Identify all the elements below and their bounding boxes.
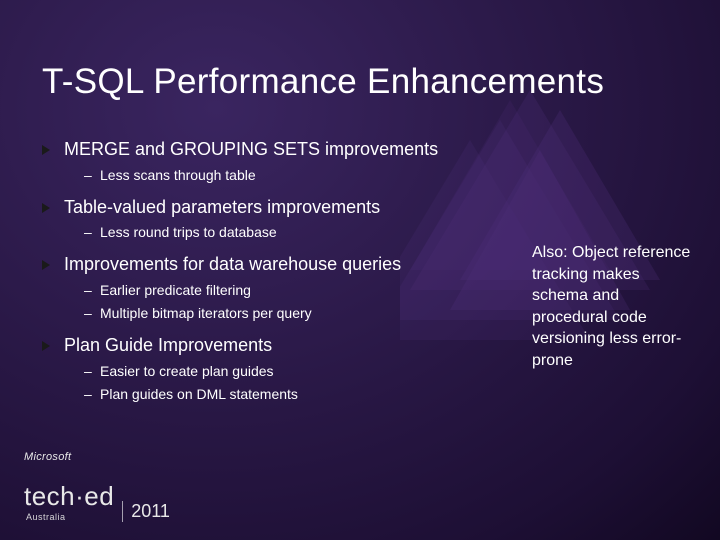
bullet-list: MERGE and GROUPING SETS improvements Les… xyxy=(42,138,472,415)
footer-left: Microsoft tech·ed Australia xyxy=(24,469,114,522)
bullet-sub: Less scans through table xyxy=(42,166,472,184)
bullet-item: Plan Guide Improvements Easier to create… xyxy=(42,334,472,403)
bullet-item: Improvements for data warehouse queries … xyxy=(42,253,472,322)
bullet-sub: Multiple bitmap iterators per query xyxy=(42,304,472,322)
bullet-headline: Improvements for data warehouse queries xyxy=(42,253,472,276)
bullet-headline: MERGE and GROUPING SETS improvements xyxy=(42,138,472,161)
sidebar-note: Also: Object reference tracking makes sc… xyxy=(532,242,692,372)
bullet-sub: Less round trips to database xyxy=(42,223,472,241)
brand-year: 2011 xyxy=(122,501,170,522)
bullet-item: MERGE and GROUPING SETS improvements Les… xyxy=(42,138,472,184)
brand-region: Australia xyxy=(26,512,114,522)
brand-small: Microsoft xyxy=(24,451,114,463)
bullet-sub: Plan guides on DML statements xyxy=(42,385,472,403)
bullet-headline: Table-valued parameters improvements xyxy=(42,196,472,219)
brand-main-wrap: tech·ed xyxy=(24,481,114,512)
bullet-item: Table-valued parameters improvements Les… xyxy=(42,196,472,242)
bullet-sub: Easier to create plan guides xyxy=(42,362,472,380)
slide-title: T-SQL Performance Enhancements xyxy=(42,62,604,102)
bullet-sub: Earlier predicate filtering xyxy=(42,281,472,299)
footer: Microsoft tech·ed Australia 2011 xyxy=(24,469,170,522)
slide: T-SQL Performance Enhancements MERGE and… xyxy=(0,0,720,540)
brand-main: tech·ed xyxy=(24,481,114,512)
bullet-headline: Plan Guide Improvements xyxy=(42,334,472,357)
